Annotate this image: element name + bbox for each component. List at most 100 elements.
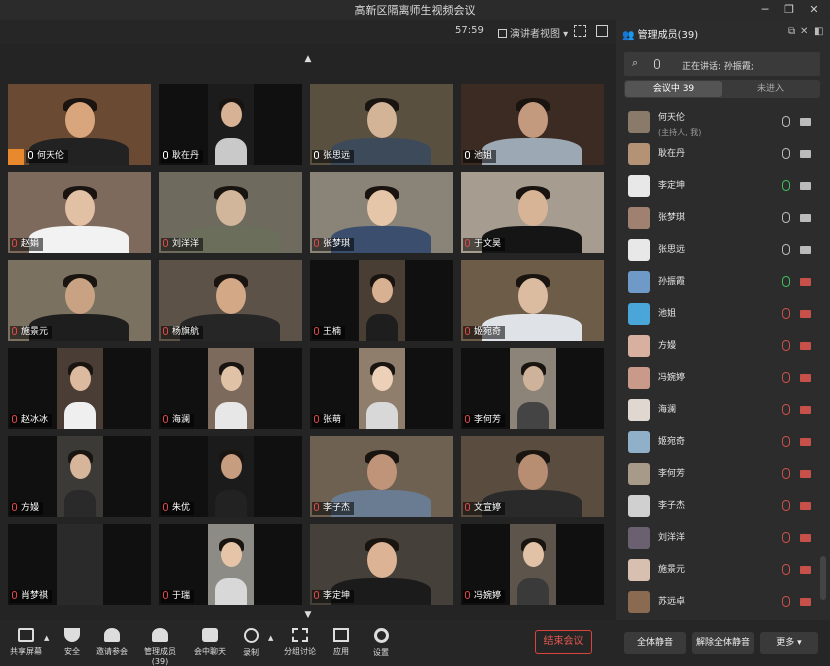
video-tile[interactable]: 方嫚 [8,436,151,517]
mute-all-button[interactable]: 全体静音 [624,632,686,654]
camera-icon[interactable] [800,310,811,318]
camera-icon[interactable] [800,502,811,510]
fullscreen-icon[interactable] [574,25,586,37]
minimize-icon[interactable]: ─ [756,1,774,19]
camera-icon[interactable] [800,438,811,446]
member-row[interactable]: 何天伦 (主持人, 我) [626,108,822,137]
member-row[interactable]: 耿在丹 [626,140,822,168]
camera-icon[interactable] [800,278,811,286]
video-tile[interactable]: 杨旗航 [159,260,302,341]
camera-icon[interactable] [800,182,811,190]
camera-icon[interactable] [800,566,811,574]
invite-button[interactable]: 邀请参会 [92,628,132,657]
restore-icon[interactable]: ❐ [780,1,798,19]
tab-in-meeting[interactable]: 会议中 39 [625,81,722,97]
collapse-icon[interactable]: ◧ [814,26,823,37]
mic-icon[interactable] [782,564,790,575]
view-mode-button[interactable]: 演讲者视图 ▾ [498,25,568,40]
video-tile[interactable]: 朱优 [159,436,302,517]
video-tile[interactable]: 耿在丹 [159,84,302,165]
camera-icon[interactable] [800,374,811,382]
video-tile[interactable]: 张萌 [310,348,453,429]
member-row[interactable]: 张梦琪 [626,204,822,232]
member-row[interactable]: 李何芳 [626,460,822,488]
video-tile[interactable]: 施景元 [8,260,151,341]
mic-icon[interactable] [782,404,790,415]
member-row[interactable]: 池姐 [626,300,822,328]
sidebar-toggle-icon[interactable] [596,25,608,37]
panel-close-icon[interactable]: ✕ [800,26,808,37]
end-meeting-button[interactable]: 结束会议 [535,630,592,654]
mic-icon[interactable] [782,116,790,127]
video-tile[interactable]: 文宣婷 [461,436,604,517]
mic-icon[interactable] [782,436,790,447]
video-tile[interactable]: 张思远 [310,84,453,165]
camera-icon[interactable] [800,470,811,478]
video-tile[interactable]: 张梦琪 [310,172,453,253]
mic-icon[interactable] [782,500,790,511]
mic-icon[interactable] [782,276,790,287]
member-row[interactable]: 刘洋洋 [626,524,822,552]
member-row[interactable]: 施景元 [626,556,822,584]
member-row[interactable]: 方嫚 [626,332,822,360]
mic-icon[interactable] [782,212,790,223]
close-icon[interactable]: ✕ [805,1,823,19]
page-down-icon[interactable]: ▼ [302,610,314,620]
video-tile[interactable]: 于文昊 [461,172,604,253]
chat-button[interactable]: 会中聊天 [192,628,228,657]
member-row[interactable]: 苏远卓 [626,588,822,616]
tab-not-joined[interactable]: 未进入 [722,81,819,97]
popout-icon[interactable]: ⧉ [788,26,795,37]
video-tile[interactable]: 肖梦祺 [8,524,151,605]
more-button[interactable]: 更多 ▾ [760,632,818,654]
video-tile[interactable]: 刘洋洋 [159,172,302,253]
member-row[interactable]: 张思远 [626,236,822,264]
record-button[interactable]: 录制 [240,628,262,658]
member-list-scrollbar[interactable] [820,556,826,600]
video-tile[interactable]: 姬宛奇 [461,260,604,341]
camera-icon[interactable] [800,214,811,222]
video-tile[interactable]: 李定坤 [310,524,453,605]
video-tile[interactable]: 于瑞 [159,524,302,605]
apps-button[interactable]: 应用 [330,628,352,657]
video-tile[interactable]: 池姐 [461,84,604,165]
mic-icon[interactable] [782,244,790,255]
record-options-icon[interactable]: ▲ [268,634,273,642]
breakout-button[interactable]: 分组讨论 [282,628,318,657]
settings-button[interactable]: 设置 [370,628,392,658]
mic-icon[interactable] [782,308,790,319]
mic-icon[interactable] [782,532,790,543]
member-row[interactable]: 李子杰 [626,492,822,520]
mic-icon[interactable] [782,596,790,607]
camera-icon[interactable] [800,246,811,254]
camera-icon[interactable] [800,598,811,606]
video-tile[interactable]: 海澜 [159,348,302,429]
camera-icon[interactable] [800,118,811,126]
camera-icon[interactable] [800,534,811,542]
mic-icon[interactable] [782,468,790,479]
member-row[interactable]: 孙振霞 [626,268,822,296]
mic-icon[interactable] [782,180,790,191]
unmute-all-button[interactable]: 解除全体静音 [692,632,754,654]
video-tile[interactable]: 赵娟 [8,172,151,253]
video-tile[interactable]: 李何芳 [461,348,604,429]
camera-icon[interactable] [800,406,811,414]
video-tile[interactable]: 冯婉婷 [461,524,604,605]
member-row[interactable]: 冯婉婷 [626,364,822,392]
page-up-icon[interactable]: ▲ [302,54,314,64]
member-row[interactable]: 李定坤 [626,172,822,200]
member-row[interactable]: 姬宛奇 [626,428,822,456]
camera-icon[interactable] [800,342,811,350]
mic-icon[interactable] [782,148,790,159]
video-tile[interactable]: 赵冰冰 [8,348,151,429]
manage-members-button[interactable]: 管理成员(39) [136,628,184,666]
video-tile[interactable]: 王楠 [310,260,453,341]
mic-icon[interactable] [782,340,790,351]
share-options-icon[interactable]: ▲ [44,634,49,642]
camera-icon[interactable] [800,150,811,158]
share-screen-button[interactable]: 共享屏幕 [6,628,46,657]
video-tile[interactable]: 李子杰 [310,436,453,517]
video-tile[interactable]: 何天伦 [8,84,151,165]
member-row[interactable]: 海澜 [626,396,822,424]
member-search[interactable]: ⌕ 正在讲话: 孙振霞; [624,52,820,76]
